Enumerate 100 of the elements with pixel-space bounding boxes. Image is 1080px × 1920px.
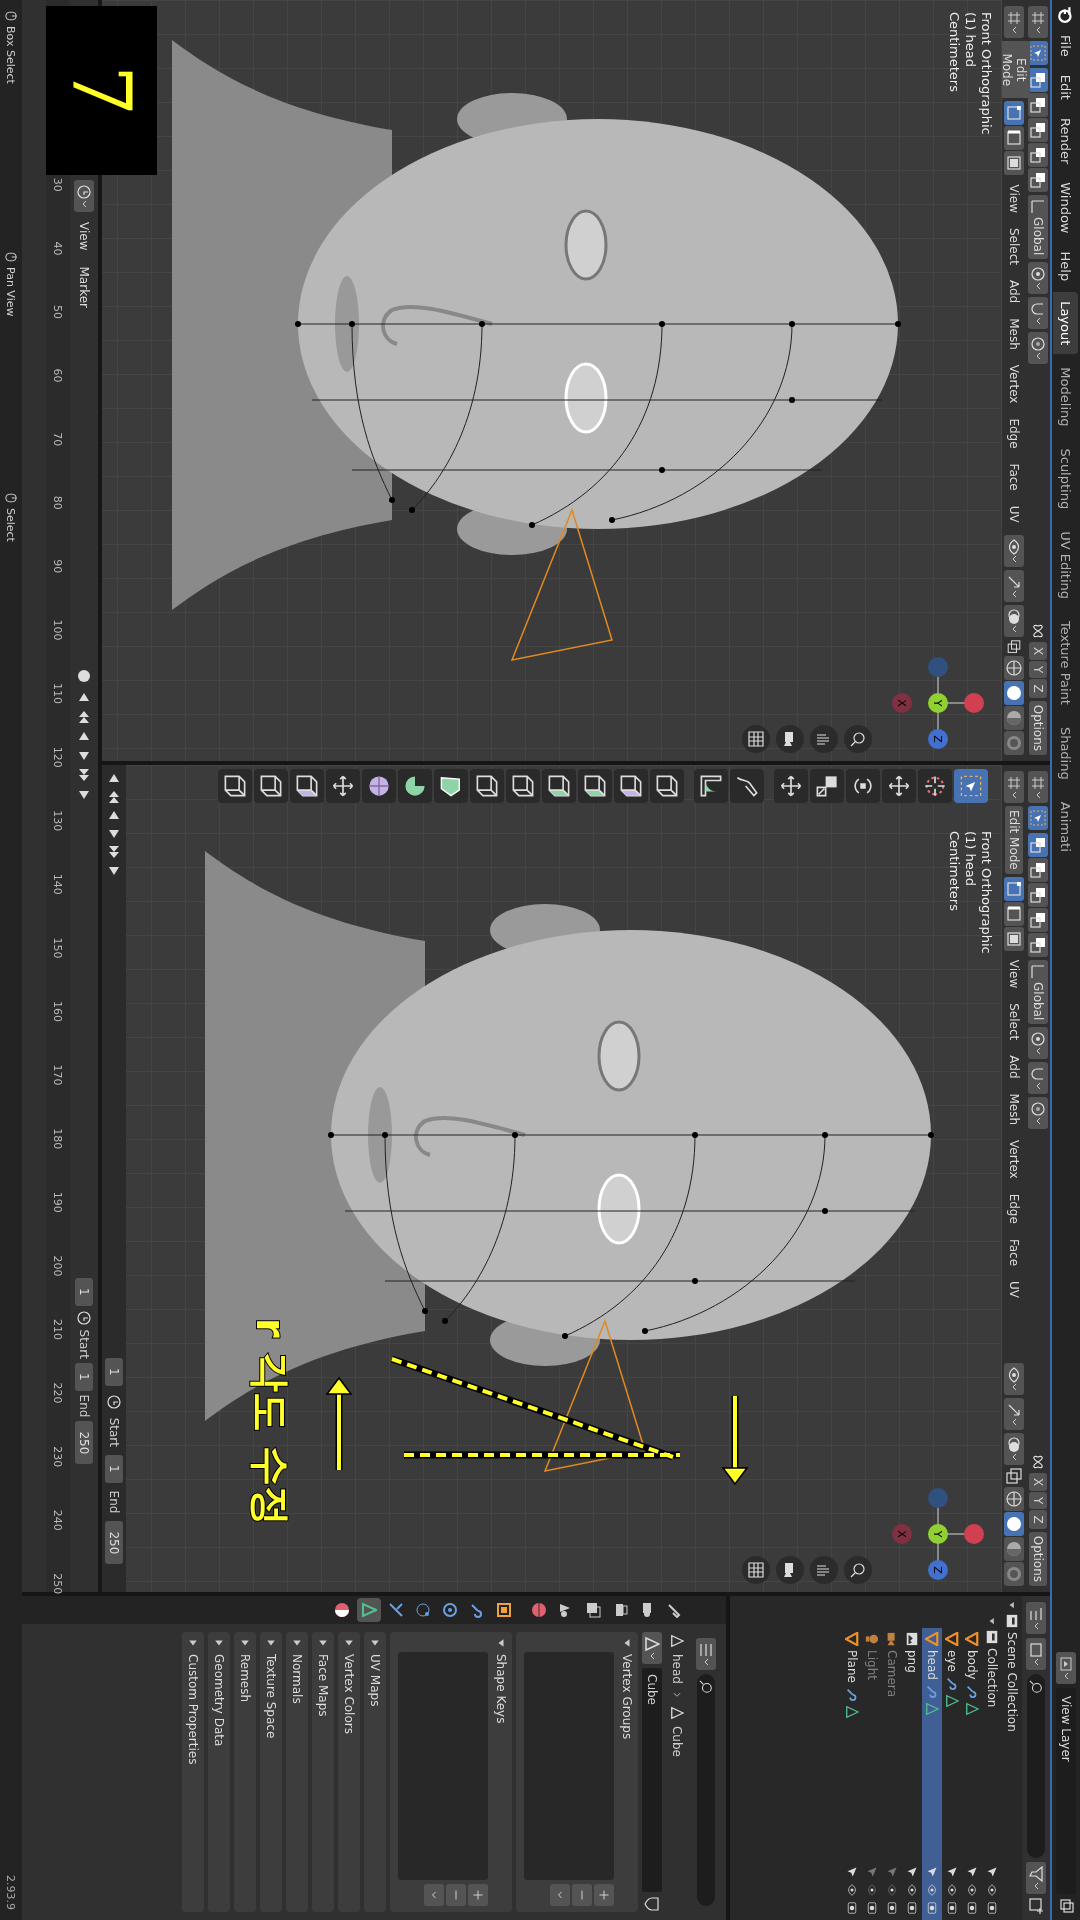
panel-title[interactable]: Custom Properties: [186, 1654, 200, 1765]
outliner-row[interactable]: Plane: [842, 1628, 862, 1920]
mesh-name-field[interactable]: Cube: [642, 1668, 662, 1892]
frame-number: 190: [51, 1190, 65, 1215]
start-frame-field[interactable]: 1: [75, 1362, 93, 1391]
menu-item[interactable]: Select: [1005, 997, 1023, 1047]
menu-item[interactable]: Select: [1005, 221, 1023, 271]
menu-item[interactable]: Edge: [1005, 412, 1023, 455]
mirror-axis-toggle[interactable]: X: [1029, 1472, 1047, 1492]
outliner-label: Plane: [845, 1650, 859, 1683]
breadcrumb-item: head: [670, 1654, 684, 1684]
menu-item[interactable]: View: [1005, 178, 1023, 219]
outliner-row[interactable]: Collection: [982, 1612, 1002, 1920]
panel-title[interactable]: Vertex Groups: [620, 1654, 634, 1740]
outliner-row[interactable]: Camera: [882, 1628, 902, 1920]
mode-dropdown[interactable]: Edit Mode: [1005, 806, 1023, 874]
menu-item[interactable]: File: [1055, 28, 1077, 64]
outliner-label: Light: [865, 1650, 879, 1680]
menu-item[interactable]: Edit: [1055, 67, 1077, 107]
end-frame-field[interactable]: 250: [105, 1521, 123, 1565]
navigation-gizmo[interactable]: X Y Z: [888, 1484, 988, 1584]
viewport-info-text: (1) head: [963, 831, 978, 888]
annotation-text: r 각도 수정: [247, 1318, 295, 1526]
viewport-info-text: Front Orthographic: [979, 12, 994, 135]
mirror-axis-toggle[interactable]: Y: [1029, 661, 1047, 679]
menu-item[interactable]: Help: [1055, 244, 1077, 289]
frame-number: 180: [51, 1127, 65, 1152]
frame-field[interactable]: 1: [75, 1277, 93, 1306]
panel-title[interactable]: Face Maps: [316, 1654, 330, 1717]
outliner-label: Collection: [985, 1648, 999, 1708]
breadcrumb-item: Cube: [670, 1725, 684, 1757]
panel-title[interactable]: Shape Keys: [494, 1654, 508, 1724]
menu-item[interactable]: Face: [1005, 457, 1023, 497]
outliner-label: body: [965, 1650, 979, 1680]
outliner-row[interactable]: eye: [942, 1628, 962, 1920]
mirror-axis-toggle[interactable]: Y: [1029, 1492, 1047, 1510]
orientation-dropdown[interactable]: Global: [1028, 195, 1048, 260]
outliner-row[interactable]: png: [902, 1628, 922, 1920]
menu-item[interactable]: Edge: [1005, 1187, 1023, 1230]
menu-item[interactable]: Window: [1055, 175, 1077, 241]
navigation-gizmo[interactable]: X Y Z: [888, 653, 988, 753]
end-label: End: [77, 1394, 91, 1418]
frame-number: 30: [51, 176, 65, 194]
outliner-row[interactable]: body: [962, 1628, 982, 1920]
panel-title[interactable]: UV Maps: [368, 1654, 382, 1707]
menu-item[interactable]: Add: [1005, 274, 1023, 310]
outliner-label: Camera: [885, 1650, 899, 1698]
menu-item[interactable]: UV: [1005, 499, 1023, 529]
frame-number: 130: [51, 809, 65, 834]
menu-item[interactable]: Vertex: [1005, 358, 1023, 410]
frame-number: 200: [51, 1254, 65, 1279]
outliner-label: Scene Collection: [1005, 1632, 1019, 1732]
frame-number: 170: [51, 1063, 65, 1088]
menu-item[interactable]: Render: [1055, 110, 1077, 172]
start-label: Start: [107, 1417, 121, 1447]
mirror-axis-toggle[interactable]: X: [1029, 641, 1047, 661]
frame-number: 100: [51, 618, 65, 643]
outliner-row[interactable]: Light: [862, 1628, 882, 1920]
panel-title[interactable]: Vertex Colors: [342, 1654, 356, 1734]
frame-number: 140: [51, 872, 65, 897]
frame-number: 80: [51, 494, 65, 512]
menu-item[interactable]: Face: [1005, 1232, 1023, 1272]
menu-item[interactable]: Marker: [75, 260, 93, 314]
viewport-info-text: Centimeters: [947, 831, 962, 913]
panel-title[interactable]: Normals: [290, 1654, 304, 1704]
menu-item[interactable]: Add: [1005, 1049, 1023, 1085]
frame-number: 150: [51, 936, 65, 961]
mirror-axis-toggle[interactable]: Z: [1029, 679, 1047, 698]
start-frame-field[interactable]: 1: [105, 1454, 123, 1483]
menu-item[interactable]: UV: [1005, 1275, 1023, 1304]
panel-title[interactable]: Geometry Data: [212, 1654, 226, 1747]
end-frame-field[interactable]: 250: [75, 1421, 93, 1465]
panel-title[interactable]: Remesh: [238, 1654, 252, 1703]
viewport-info-text: Front Orthographic: [979, 831, 994, 954]
shortcut-hint: Pan View: [4, 267, 18, 317]
options-dropdown[interactable]: Options: [1029, 1531, 1047, 1586]
frame-number: 230: [51, 1445, 65, 1470]
view-layer-field[interactable]: View Layer: [1056, 1688, 1076, 1894]
frame-number: 110: [51, 682, 65, 707]
options-dropdown[interactable]: Options: [1029, 700, 1047, 755]
menu-item[interactable]: View: [75, 216, 93, 257]
frame-number: 50: [51, 304, 65, 321]
workspace-tab[interactable]: Layout: [1053, 292, 1079, 355]
menu-item[interactable]: Vertex: [1005, 1134, 1023, 1185]
frame-number: 160: [51, 1000, 65, 1024]
outliner-row[interactable]: Scene Collection: [1002, 1596, 1022, 1920]
menu-item[interactable]: View: [1005, 953, 1023, 995]
step-number: 7: [46, 6, 157, 175]
version-text: 2.93.9: [4, 1875, 18, 1910]
frame-number: 210: [51, 1318, 65, 1342]
menu-item[interactable]: Mesh: [1005, 312, 1023, 356]
mirror-axis-toggle[interactable]: Z: [1029, 1510, 1047, 1529]
shortcut-hint: Select: [4, 508, 18, 542]
outliner-label: eye: [945, 1650, 959, 1672]
orientation-dropdown[interactable]: Global: [1028, 960, 1048, 1025]
menu-item[interactable]: Mesh: [1005, 1087, 1023, 1132]
outliner-label: png: [905, 1650, 919, 1673]
outliner-row[interactable]: head: [922, 1628, 942, 1920]
frame-field[interactable]: 1: [105, 1358, 123, 1386]
panel-title[interactable]: Texture Space: [264, 1654, 278, 1739]
